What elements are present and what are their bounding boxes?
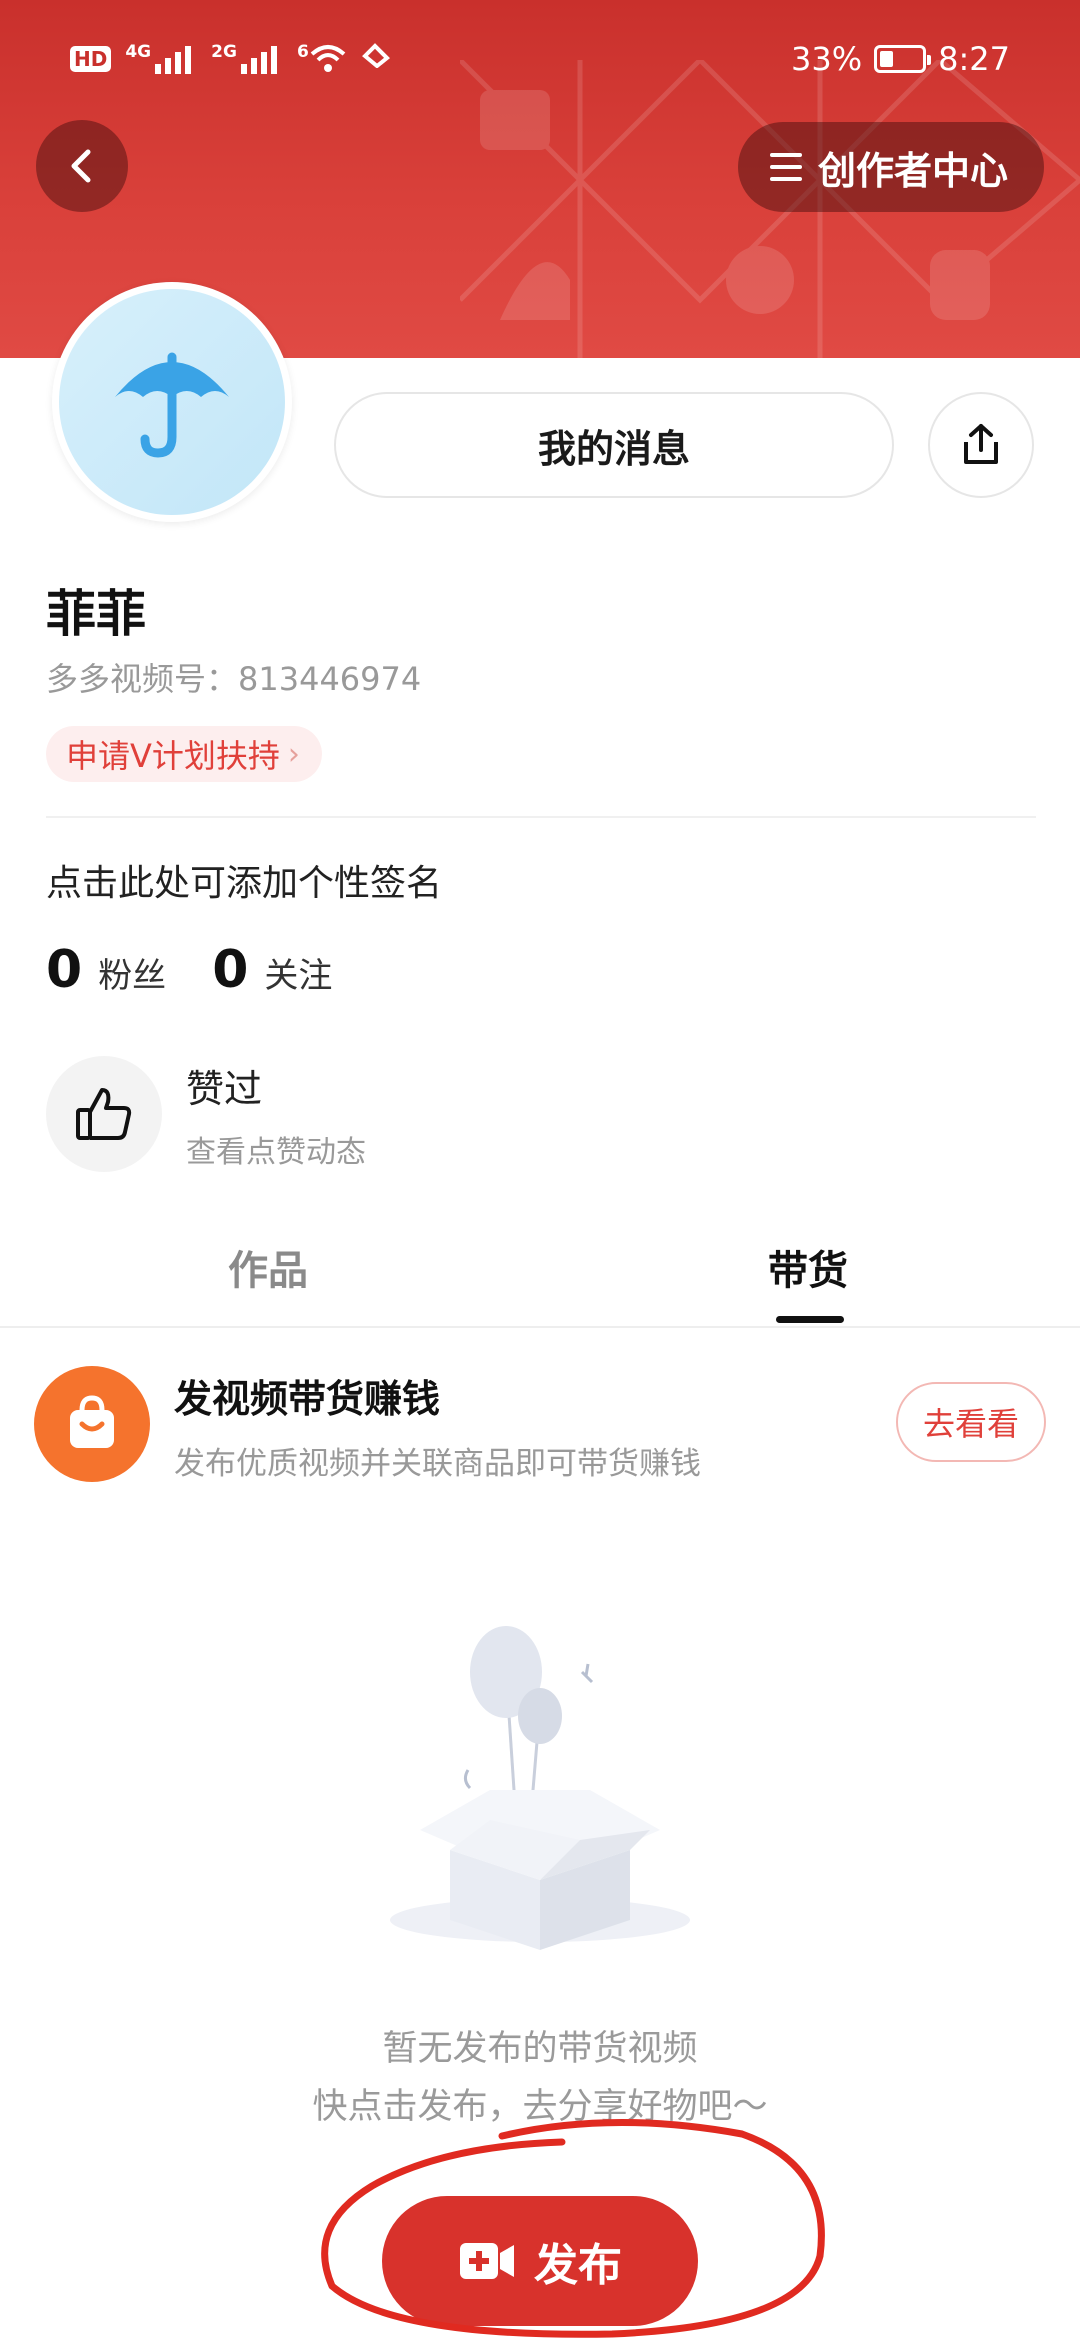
publish-label: 发布 [534, 2240, 622, 2291]
promo-title: 发视频带货赚钱 [174, 1377, 441, 1421]
4g-signal-icon: 4G [125, 41, 197, 74]
signature-placeholder[interactable]: 点击此处可添加个性签名 [46, 854, 442, 906]
chevron-right-icon: › [287, 736, 300, 772]
2g-signal-icon: 2G [211, 41, 283, 74]
username: 菲菲 [46, 585, 146, 643]
balloon-box-illustration [390, 1626, 690, 1950]
thumbs-up-icon [76, 1088, 132, 1140]
promo-card: 发视频带货赚钱 发布优质视频并关联商品即可带货赚钱 去看看 [0, 1340, 1080, 1482]
liked-entry[interactable]: 赞过 查看点赞动态 [46, 1056, 366, 1172]
4g-label: 4G [125, 41, 152, 62]
content-tabs: 作品 带货 [0, 1228, 1080, 1328]
nfc-icon [361, 42, 391, 75]
shopping-bag-icon [70, 1395, 114, 1448]
creator-center-button[interactable]: 创作者中心 [737, 122, 1044, 212]
menu-icon [769, 153, 802, 181]
my-messages-button[interactable]: 我的消息 [334, 392, 894, 498]
share-icon [964, 424, 998, 464]
v-plan-label: 申请V计划扶持 [66, 737, 280, 775]
battery-fill [880, 51, 894, 67]
publish-button[interactable]: 发布 [382, 2196, 698, 2326]
v-plan-apply-button[interactable]: 申请V计划扶持 › [46, 726, 322, 782]
video-add-icon [460, 2243, 514, 2279]
liked-subtitle: 查看点赞动态 [186, 1134, 366, 1170]
stat-following[interactable]: 0 关注 [212, 940, 332, 1000]
wifi-icon: 6 [296, 41, 347, 74]
status-left-icons: HD 4G 2G 6 [70, 42, 391, 75]
empty-state-title: 暂无发布的带货视频 [382, 2029, 698, 2069]
chevron-left-icon [71, 149, 91, 183]
status-right: 33% 8:27 [791, 40, 1010, 78]
liked-title: 赞过 [186, 1066, 263, 1111]
back-button[interactable] [36, 120, 128, 212]
video-id: 多多视频号：813446974 [46, 660, 422, 698]
hd-icon: HD [70, 45, 112, 72]
follow-stats: 0 粉丝 0 关注 [46, 940, 378, 1000]
avatar-image [59, 289, 285, 515]
promo-subtitle: 发布优质视频并关联商品即可带货赚钱 [174, 1446, 701, 1482]
share-button[interactable] [928, 392, 1034, 498]
promo-icon-wrap [34, 1366, 150, 1482]
2g-label: 2G [211, 41, 237, 62]
tab-goods[interactable]: 带货 [768, 1238, 848, 1296]
following-label: 关注 [264, 956, 333, 996]
stat-fans[interactable]: 0 粉丝 [46, 940, 166, 1000]
fans-count: 0 [46, 940, 83, 1000]
battery-percent: 33% [791, 40, 863, 78]
creator-center-label: 创作者中心 [817, 148, 1008, 193]
status-bar: HD 4G 2G 6 33% 8:27 [0, 0, 1080, 120]
my-messages-label: 我的消息 [537, 426, 690, 471]
wifi-label: 6 [296, 41, 309, 62]
fans-label: 粉丝 [98, 956, 167, 996]
liked-text: 赞过 查看点赞动态 [186, 1058, 366, 1171]
liked-icon-wrap [46, 1056, 162, 1172]
profile-divider [46, 816, 1036, 818]
go-see-button[interactable]: 去看看 [896, 1382, 1046, 1462]
empty-state-subtitle: 快点击发布，去分享好物吧～ [312, 2087, 768, 2127]
active-tab-indicator [776, 1316, 844, 1323]
umbrella-icon [115, 352, 229, 458]
battery-icon [874, 45, 932, 73]
tab-works[interactable]: 作品 [228, 1238, 308, 1296]
clock: 8:27 [938, 40, 1010, 78]
following-count: 0 [212, 940, 249, 1000]
avatar[interactable] [52, 282, 292, 522]
